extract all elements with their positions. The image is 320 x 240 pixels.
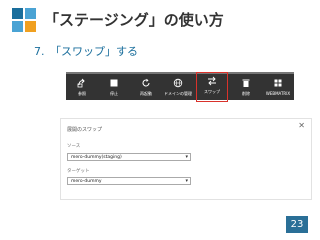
swap-icon [208, 76, 216, 86]
trash-icon [242, 79, 250, 87]
delete-button[interactable]: 削除 [230, 74, 262, 100]
logo-square-light [25, 8, 36, 19]
swap-button[interactable]: スワップ [196, 72, 228, 102]
browse-label: 参照 [78, 91, 86, 96]
webmatrix-icon [274, 79, 282, 87]
target-select[interactable]: mero-dummy ▾ [67, 177, 191, 185]
globe-icon [173, 78, 183, 88]
browse-icon [77, 78, 85, 88]
logo-square-dark [12, 8, 23, 19]
delete-label: 削除 [242, 91, 250, 96]
restart-icon [142, 78, 150, 87]
target-value: mero-dummy [71, 179, 102, 184]
stop-label: 停止 [110, 91, 118, 96]
restart-label: 再起動 [140, 91, 152, 96]
dialog-title: 展開のスワップ [67, 127, 103, 133]
restart-button[interactable]: 再起動 [130, 74, 162, 100]
stop-icon [110, 79, 118, 87]
slide-logo [12, 8, 36, 32]
browse-button[interactable]: 参照 [66, 74, 98, 100]
source-select[interactable]: mero-dummy(staging) ▾ [67, 153, 191, 161]
target-label: ターゲット [67, 169, 90, 174]
webmatrix-label: WEBMATRIX [265, 91, 291, 96]
swap-label: スワップ [204, 89, 220, 94]
dropdown-arrow-icon: ▾ [185, 178, 188, 184]
logo-square-orange [25, 21, 36, 32]
webmatrix-button[interactable]: WEBMATRIX [262, 74, 294, 100]
dropdown-arrow-icon: ▾ [185, 154, 188, 160]
manage-domains-button[interactable]: ドメインの管理 [162, 74, 194, 100]
page-number: 23 [286, 216, 308, 233]
source-label: ソース [67, 144, 81, 149]
logo-square-light [12, 21, 23, 32]
slide-title: 「ステージング」の使い方 [44, 11, 224, 29]
command-bar: 参照 停止 再起動 ドメインの管理 スワップ 削除 WEBMATRIX [66, 72, 294, 102]
swap-dialog: 展開のスワップ ✕ ソース mero-dummy(staging) ▾ ターゲッ… [60, 118, 312, 200]
stop-button[interactable]: 停止 [98, 74, 130, 100]
close-icon[interactable]: ✕ [298, 122, 305, 130]
source-value: mero-dummy(staging) [71, 155, 122, 160]
step-heading: 7. 「スワップ」する [34, 45, 138, 58]
manage-domains-label: ドメインの管理 [164, 91, 192, 96]
